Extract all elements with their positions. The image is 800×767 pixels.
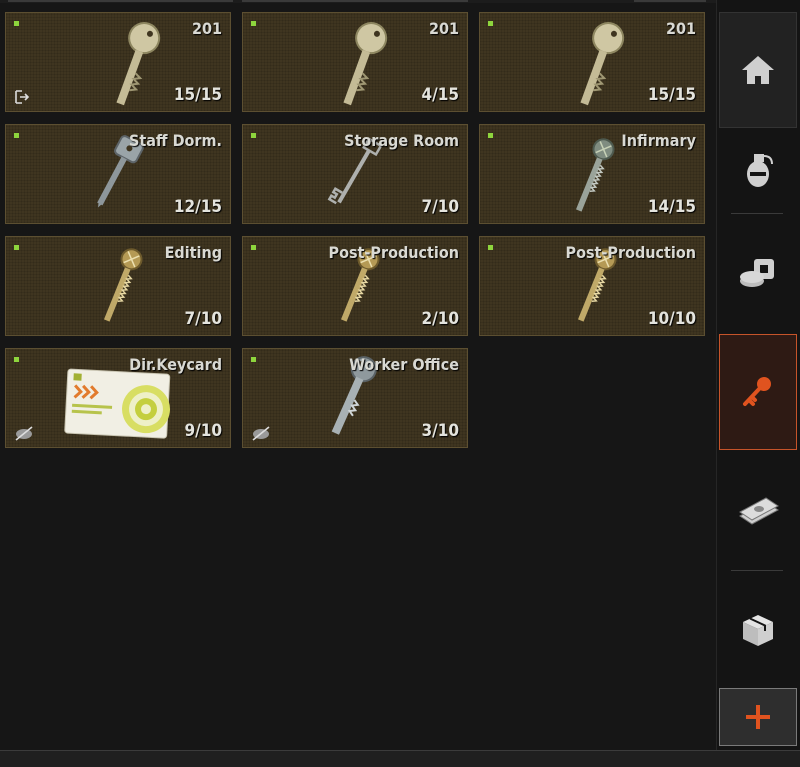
key-icon: [743, 377, 771, 406]
item-name: Post-Production: [328, 243, 459, 262]
item-uses: 15/15: [173, 85, 222, 105]
found-in-raid-marker: [251, 21, 256, 26]
found-in-raid-marker: [488, 133, 493, 138]
plus-icon: [746, 705, 770, 729]
item-uses: 9/10: [184, 421, 222, 441]
item-uses: 4/15: [421, 85, 459, 105]
item-uses: 2/10: [421, 309, 459, 329]
found-in-raid-marker: [251, 245, 256, 250]
item-slot[interactable]: 201 4/15: [242, 12, 468, 112]
found-in-raid-marker: [251, 357, 256, 362]
grenade-icon: [747, 154, 773, 187]
containers-icon: [740, 259, 774, 287]
item-uses: 3/10: [421, 421, 459, 441]
item-name: Storage Room: [344, 131, 459, 150]
exit-icon: [15, 90, 30, 104]
item-slot[interactable]: 201 15/15: [479, 12, 705, 112]
sidebar-divider: [731, 213, 783, 214]
tab-money[interactable]: [719, 452, 797, 568]
found-in-raid-marker: [488, 21, 493, 26]
item-uses: 10/10: [647, 309, 696, 329]
add-tab-button[interactable]: [719, 688, 797, 746]
item-slot[interactable]: Infirmary 14/15: [479, 124, 705, 224]
item-slot[interactable]: Post-Production 2/10: [242, 236, 468, 336]
not-insured-icon: [252, 426, 270, 441]
bottom-bar: [0, 750, 800, 767]
item-name: Worker Office: [349, 355, 459, 374]
home-icon: [742, 56, 774, 84]
item-uses: 7/10: [421, 197, 459, 217]
found-in-raid-marker: [14, 357, 19, 362]
item-name: Infirmary: [621, 131, 696, 150]
item-slot[interactable]: 201 15/15: [5, 12, 231, 112]
item-slot[interactable]: Dir.Keycard 9/10: [5, 348, 231, 448]
tab-home[interactable]: [719, 12, 797, 128]
item-name: Post-Production: [565, 243, 696, 262]
item-name: Editing: [164, 243, 222, 262]
item-name: Staff Dorm.: [128, 131, 222, 150]
found-in-raid-marker: [251, 133, 256, 138]
sidebar-divider: [731, 570, 783, 571]
item-slot[interactable]: Post-Production 10/10: [479, 236, 705, 336]
item-uses: 7/10: [184, 309, 222, 329]
category-sidebar: [716, 0, 800, 750]
found-in-raid-marker: [488, 245, 493, 250]
item-name: 201: [428, 19, 459, 38]
item-slot[interactable]: Staff Dorm. 12/15: [5, 124, 231, 224]
item-slot[interactable]: Editing 7/10: [5, 236, 231, 336]
not-insured-icon: [15, 426, 33, 441]
item-grid: 201 15/15 201 4/15 201 15/15 Staff Dorm.…: [0, 0, 716, 750]
item-name: Dir.Keycard: [129, 355, 222, 374]
found-in-raid-marker: [14, 133, 19, 138]
found-in-raid-marker: [14, 245, 19, 250]
item-uses: 15/15: [647, 85, 696, 105]
item-name: 201: [665, 19, 696, 38]
item-slot[interactable]: Worker Office 3/10: [242, 348, 468, 448]
found-in-raid-marker: [14, 21, 19, 26]
box-icon: [743, 615, 773, 646]
tab-keys[interactable]: [719, 334, 797, 450]
item-uses: 12/15: [173, 197, 222, 217]
item-slot[interactable]: Storage Room 7/10: [242, 124, 468, 224]
item-uses: 14/15: [647, 197, 696, 217]
money-icon: [739, 497, 779, 525]
tab-containers[interactable]: [719, 218, 797, 332]
tab-boxes[interactable]: [719, 574, 797, 686]
tab-grenades[interactable]: [719, 128, 797, 212]
item-name: 201: [191, 19, 222, 38]
